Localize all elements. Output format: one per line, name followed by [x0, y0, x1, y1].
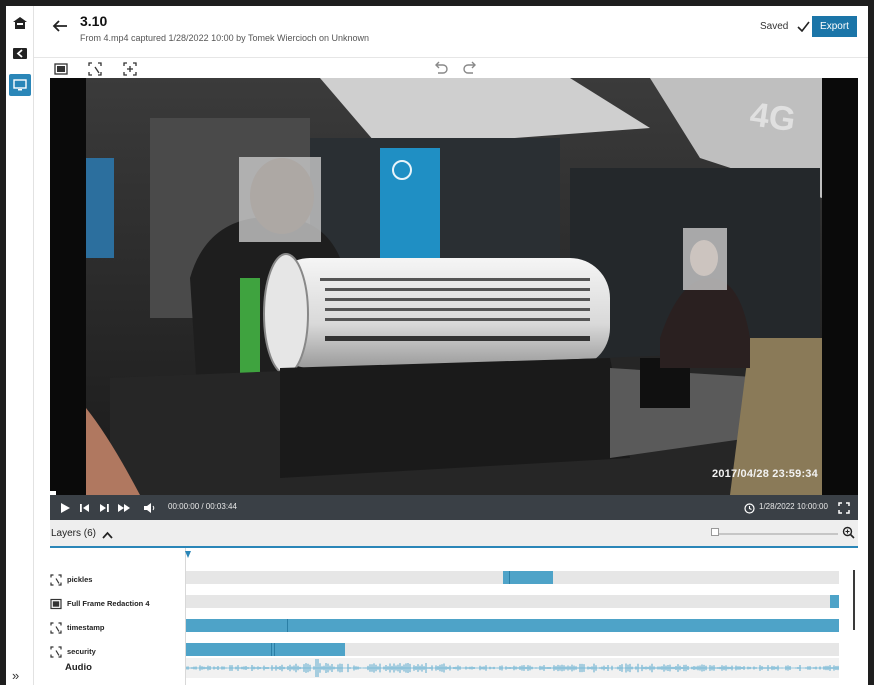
svg-text:4G: 4G — [748, 95, 798, 139]
video-frame[interactable]: 4G 2017/04/28 23:59:34 — [50, 78, 858, 495]
face-blur-region[interactable] — [683, 228, 727, 290]
time-readout: 00:00:00 / 00:03:44 — [168, 502, 237, 511]
redo-icon[interactable] — [462, 61, 478, 75]
full-frame-icon — [50, 597, 62, 610]
layer-name: pickles — [67, 575, 93, 584]
zoom-in-icon[interactable] — [842, 526, 855, 544]
box-select-tool-icon[interactable] — [88, 62, 102, 76]
keyframe-marker[interactable] — [287, 619, 289, 632]
video-timestamp-overlay: 2017/04/28 23:59:34 — [712, 468, 818, 480]
undo-icon[interactable] — [433, 61, 449, 75]
audio-waveform-track[interactable] — [185, 658, 839, 678]
box-select-icon — [50, 573, 62, 586]
layer-row[interactable]: pickles — [50, 570, 858, 590]
layers-timeline: pickles Full Frame Redaction 4 timestamp se… — [50, 548, 858, 685]
add-box-tool-icon[interactable] — [123, 62, 137, 76]
zoom-slider-knob[interactable] — [711, 528, 719, 536]
audio-waveform — [185, 659, 839, 677]
box-select-icon — [50, 645, 62, 658]
export-button[interactable]: Export — [812, 16, 857, 37]
saved-status: Saved — [760, 21, 789, 32]
page-subtitle: From 4.mp4 captured 1/28/2022 10:00 by T… — [80, 33, 369, 43]
app-frame: » 3.10 From 4.mp4 captured 1/28/2022 10:… — [6, 6, 868, 685]
playhead-marker[interactable] — [185, 551, 191, 558]
monitor-icon[interactable] — [9, 74, 31, 96]
layer-name: timestamp — [67, 623, 105, 632]
step-back-icon[interactable] — [79, 501, 91, 513]
play-icon[interactable] — [59, 501, 71, 513]
layer-row[interactable]: timestamp — [50, 618, 858, 638]
layer-name: Full Frame Redaction 4 — [67, 599, 150, 608]
back-arrow-icon[interactable] — [52, 18, 72, 38]
video-scene: 4G — [50, 78, 858, 495]
player-controls: 00:00:00 / 00:03:44 1/28/2022 10:00:00 — [50, 495, 858, 520]
layer-segment[interactable] — [502, 571, 553, 584]
page-header: 3.10 From 4.mp4 captured 1/28/2022 10:00… — [34, 6, 868, 58]
layer-track[interactable] — [186, 571, 839, 584]
left-rail: » — [6, 6, 34, 685]
chevron-up-icon[interactable] — [102, 527, 113, 545]
step-forward-icon[interactable] — [98, 501, 110, 513]
fast-forward-icon[interactable] — [117, 501, 130, 513]
layers-count-label[interactable]: Layers (6) — [51, 528, 96, 539]
audio-label: Audio — [65, 662, 92, 673]
layer-name: security — [67, 647, 96, 656]
checkmark-icon — [797, 19, 810, 37]
box-select-icon — [50, 621, 62, 634]
capture-date: 1/28/2022 10:00:00 — [759, 502, 828, 511]
volume-icon[interactable] — [143, 501, 155, 513]
full-frame-tool-icon[interactable] — [54, 62, 68, 76]
clock-icon — [744, 501, 755, 519]
page-title: 3.10 — [80, 13, 108, 29]
home-icon[interactable] — [9, 12, 31, 34]
fullscreen-icon[interactable] — [838, 501, 850, 519]
audio-row: Audio — [50, 658, 858, 678]
keyframe-marker[interactable] — [274, 643, 276, 656]
editor-toolbar — [34, 58, 868, 78]
layers-header: Layers (6) — [50, 520, 858, 548]
layer-segment[interactable] — [186, 643, 345, 656]
layer-track[interactable] — [186, 595, 839, 608]
layer-segment[interactable] — [186, 619, 839, 632]
keyframe-marker[interactable] — [270, 643, 272, 656]
back-folder-icon[interactable] — [9, 42, 31, 64]
zoom-slider-track[interactable] — [714, 533, 838, 535]
vertical-scrollbar[interactable] — [853, 570, 855, 630]
layer-track[interactable] — [186, 619, 839, 632]
expand-rail-icon[interactable]: » — [12, 668, 19, 683]
layer-row[interactable]: Full Frame Redaction 4 — [50, 594, 858, 614]
layer-track[interactable] — [186, 643, 839, 656]
face-blur-region[interactable] — [239, 157, 321, 242]
keyframe-marker[interactable] — [509, 571, 511, 584]
layer-segment[interactable] — [829, 595, 839, 608]
